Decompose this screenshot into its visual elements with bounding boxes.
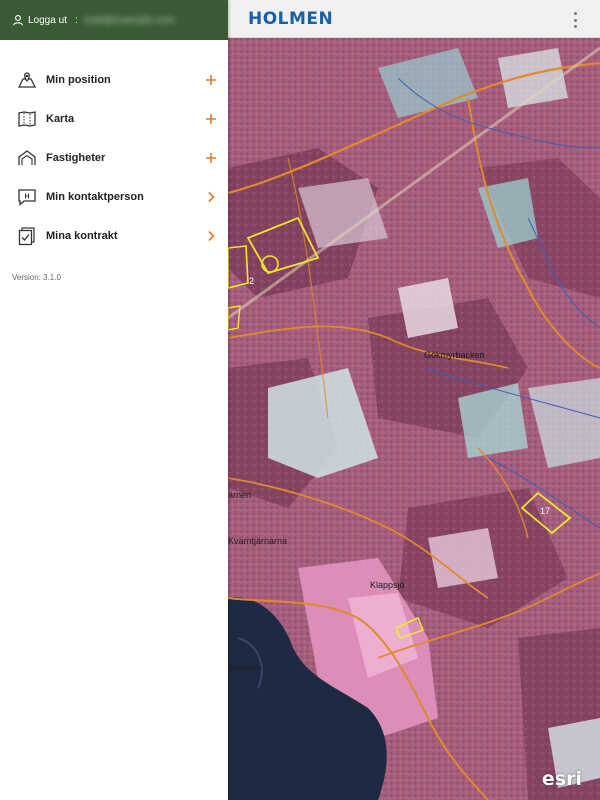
contact-icon: H [16,186,38,208]
logout-link[interactable]: Logga ut [28,15,67,26]
property-icon [16,147,38,169]
app-topbar: HOLMEN [228,0,600,38]
menu-item-label: Fastigheter [46,151,106,164]
kebab-dot [573,25,577,28]
menu-item-min-kontaktperson[interactable]: H Min kontaktperson [0,177,228,216]
kebab-dot [573,18,577,22]
plus-icon[interactable] [204,112,218,126]
menu-item-label: Karta [46,112,75,125]
map-imagery [228,38,600,800]
version-label: Version: 3.1.0 [12,273,61,282]
menu-item-fastigheter[interactable]: Fastigheter [0,138,228,177]
svg-text:H: H [24,193,29,200]
user-email: mail@example.com [83,14,175,26]
map-label: läppsjön [228,662,262,672]
map-pin-icon [16,69,38,91]
map-label: Gökmyrbacken [424,350,485,360]
map-icon [16,108,38,130]
kebab-dot [573,12,577,15]
parcel-number: 2 [249,276,255,286]
menu-item-mina-kontrakt[interactable]: Mina kontrakt [0,216,228,255]
map-label: ärnen [228,490,252,500]
drawer-header: Logga ut : mail@example.com [0,0,228,40]
menu-item-karta[interactable]: Karta [0,99,228,138]
menu-item-label: Mina kontrakt [46,229,118,242]
kebab-menu-icon[interactable] [572,12,578,28]
plus-icon[interactable] [204,73,218,87]
menu-item-label: Min kontaktperson [46,190,144,203]
satellite-map[interactable]: Gökmyrbacken ärnen Kvarntjärnarna Klapps… [228,38,600,800]
parcel-number: 17 [540,506,551,516]
header-separator: : [74,14,78,26]
chevron-right-icon[interactable] [204,229,218,243]
menu-item-min-position[interactable]: Min position [0,60,228,99]
chevron-right-icon[interactable] [204,190,218,204]
contract-icon [16,225,38,247]
user-icon [12,14,24,26]
map-label: Klappsjö [370,580,405,590]
esri-attribution-logo: esri [541,768,582,790]
navigation-drawer: Logga ut : mail@example.com Min position [0,0,228,800]
map-label: Kvarntjärnarna [228,536,288,546]
plus-icon[interactable] [204,151,218,165]
menu-item-label: Min position [46,73,111,86]
brand-logo: HOLMEN [248,8,334,29]
drawer-menu: Min position Karta Fastigheter H Min kon… [0,40,228,255]
